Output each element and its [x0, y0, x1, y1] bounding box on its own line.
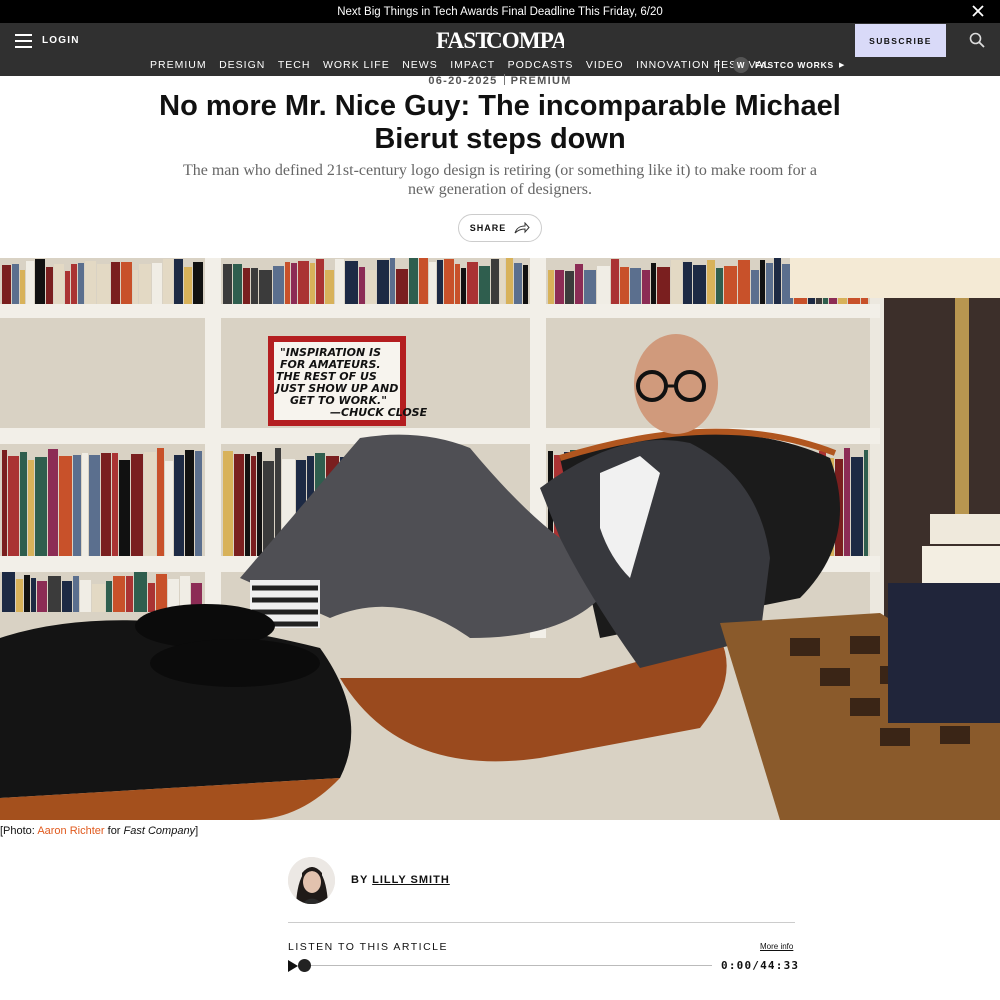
- more-info-link[interactable]: More info: [760, 942, 793, 951]
- share-arrow-icon: [514, 222, 530, 234]
- menu-icon[interactable]: [15, 34, 32, 48]
- nav-design[interactable]: DESIGN: [219, 59, 265, 71]
- close-icon[interactable]: [970, 3, 986, 19]
- caption-publication: Fast Company: [123, 825, 196, 837]
- author-avatar[interactable]: [288, 857, 335, 904]
- site-logo[interactable]: FAST COMPANY: [436, 27, 601, 59]
- play-icon[interactable]: [288, 960, 298, 972]
- article-meta: 06-20-2025 PREMIUM: [0, 74, 1000, 87]
- article-date: 06-20-2025: [428, 75, 498, 87]
- nav-podcasts[interactable]: PODCASTS: [508, 59, 574, 71]
- meta-divider: [503, 74, 505, 85]
- caption-suffix: ]: [195, 825, 199, 837]
- search-icon[interactable]: [969, 32, 985, 48]
- caption-middle: for: [104, 825, 124, 837]
- photographer-link[interactable]: Aaron Richter: [37, 825, 104, 837]
- nav-work-life[interactable]: WORK LIFE: [323, 59, 390, 71]
- nav-premium[interactable]: PREMIUM: [150, 59, 207, 71]
- author-link[interactable]: LILLY SMITH: [372, 874, 450, 886]
- fastco-works-label: FASTCO WORKS: [755, 60, 835, 70]
- play-arrow-icon: ▶: [839, 62, 846, 69]
- audio-progress-knob[interactable]: [298, 959, 311, 972]
- nav-news[interactable]: NEWS: [402, 59, 438, 71]
- audio-progress-track[interactable]: [300, 965, 712, 966]
- nav-divider: [718, 60, 719, 72]
- nav-impact[interactable]: IMPACT: [450, 59, 495, 71]
- promo-text[interactable]: Next Big Things in Tech Awards Final Dea…: [337, 6, 663, 18]
- share-label: SHARE: [469, 223, 507, 233]
- listen-label: LISTEN TO THIS ARTICLE: [288, 941, 449, 953]
- fastco-works-badge: W: [733, 57, 749, 73]
- audio-time: 0:00/44:33: [721, 959, 800, 972]
- photo-caption: [Photo: Aaron Richter for Fast Company]: [0, 825, 198, 837]
- divider: [288, 922, 795, 923]
- article-headline: No more Mr. Nice Guy: The incomparable M…: [159, 90, 841, 155]
- svg-text:—CHUCK CLOSE: —CHUCK CLOSE: [330, 406, 428, 419]
- nav-tech[interactable]: TECH: [278, 59, 311, 71]
- promo-bar[interactable]: Next Big Things in Tech Awards Final Dea…: [0, 0, 1000, 23]
- site-header: LOGIN FAST COMPANY SUBSCRIBE PREMIUM DES…: [0, 23, 1000, 76]
- article-section[interactable]: PREMIUM: [511, 75, 572, 87]
- byline-prefix: BY: [351, 874, 369, 886]
- subscribe-button[interactable]: SUBSCRIBE: [855, 24, 946, 57]
- fastco-works-link[interactable]: W FASTCO WORKS ▶: [733, 57, 845, 73]
- svg-text:COMPANY: COMPANY: [486, 28, 564, 53]
- share-button[interactable]: SHARE: [458, 214, 542, 242]
- main-nav: PREMIUM DESIGN TECH WORK LIFE NEWS IMPAC…: [150, 59, 783, 71]
- article-dek: The man who defined 21st-century logo de…: [182, 162, 818, 198]
- nav-video[interactable]: VIDEO: [586, 59, 624, 71]
- login-link[interactable]: LOGIN: [42, 35, 80, 46]
- byline: BY LILLY SMITH: [351, 874, 450, 886]
- caption-prefix: [Photo:: [0, 825, 38, 837]
- svg-text:FAST: FAST: [436, 28, 490, 53]
- hero-photo: "INSPIRATION IS FOR AMATEURS. THE REST O…: [0, 258, 1000, 820]
